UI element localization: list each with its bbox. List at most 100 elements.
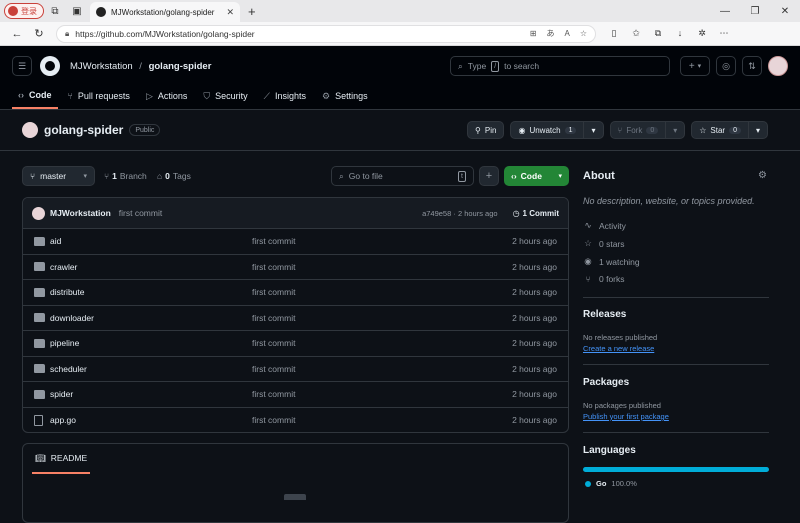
watchers-link[interactable]: ◉ 1 watching bbox=[583, 256, 639, 267]
tab-insights[interactable]: ⟋ Insights bbox=[258, 83, 312, 109]
star-button[interactable]: ☆ Star 0 ▾ bbox=[691, 121, 768, 139]
add-file-button[interactable]: + bbox=[479, 166, 499, 186]
commit-author-avatar[interactable] bbox=[32, 206, 45, 220]
activity-link[interactable]: ∿ Activity bbox=[583, 220, 625, 231]
table-row[interactable]: distribute first commit 2 hours ago bbox=[23, 280, 568, 306]
forks-link[interactable]: ⑂ 0 forks bbox=[583, 274, 624, 284]
language-item[interactable]: Go 100.0% bbox=[585, 479, 637, 488]
translate-icon[interactable]: あ bbox=[546, 28, 554, 39]
file-name[interactable]: crawler bbox=[50, 262, 252, 272]
file-name[interactable]: app.go bbox=[50, 415, 252, 425]
table-row[interactable]: aid first commit 2 hours ago bbox=[23, 229, 568, 255]
breadcrumb-owner[interactable]: MJWorkstation bbox=[70, 61, 133, 72]
collections-icon[interactable]: ⧉ bbox=[650, 28, 666, 39]
fork-button[interactable]: ⑂ Fork 0 ▾ bbox=[609, 121, 686, 139]
commit-meta[interactable]: a749e58 · 2 hours ago bbox=[422, 209, 497, 218]
file-commit-message[interactable]: first commit bbox=[252, 389, 452, 399]
breadcrumb-repo[interactable]: golang-spider bbox=[149, 61, 212, 72]
file-commit-message[interactable]: first commit bbox=[252, 287, 452, 297]
code-button[interactable]: ‹› Code ▾ bbox=[504, 166, 569, 186]
issues-icon[interactable]: ◎ bbox=[716, 56, 736, 76]
file-commit-message[interactable]: first commit bbox=[252, 236, 452, 246]
tab-code[interactable]: ‹› Code bbox=[12, 83, 58, 109]
create-new-button[interactable]: + ▾ bbox=[680, 56, 710, 76]
chevron-down-icon[interactable]: ▾ bbox=[756, 126, 760, 135]
stars-link[interactable]: ☆ 0 stars bbox=[583, 238, 624, 249]
minimize-icon[interactable]: — bbox=[710, 6, 740, 17]
url-input[interactable]: 🔒︎ https://github.com/MJWorkstation/gola… bbox=[56, 24, 596, 43]
lock-icon: 🔒︎ bbox=[65, 28, 70, 38]
downloads-icon[interactable]: ↓ bbox=[672, 28, 688, 39]
file-commit-message[interactable]: first commit bbox=[252, 415, 452, 425]
create-release-link[interactable]: Create a new release bbox=[583, 344, 654, 353]
file-name[interactable]: scheduler bbox=[50, 364, 252, 374]
releases-heading[interactable]: Releases bbox=[583, 309, 626, 320]
pull-requests-header-icon[interactable]: ⇅ bbox=[742, 56, 762, 76]
commit-author[interactable]: MJWorkstation bbox=[50, 208, 111, 218]
table-row[interactable]: scheduler first commit 2 hours ago bbox=[23, 357, 568, 382]
publish-package-link[interactable]: Publish your first package bbox=[583, 412, 669, 421]
commits-label: 1 Commit bbox=[522, 208, 559, 218]
repo-title[interactable]: golang-spider bbox=[44, 123, 123, 137]
refresh-icon[interactable]: ↻ bbox=[28, 23, 50, 45]
branch-select-button[interactable]: ⑂ master ▾ bbox=[22, 166, 95, 186]
favorite-star-icon[interactable]: ☆ bbox=[580, 29, 587, 38]
scroll-indicator[interactable] bbox=[284, 494, 306, 500]
eye-icon: ◉ bbox=[518, 125, 526, 135]
table-row[interactable]: app.go first commit 2 hours ago bbox=[23, 408, 568, 433]
file-commit-message[interactable]: first commit bbox=[252, 364, 452, 374]
tab-pull-requests[interactable]: ⑂ Pull requests bbox=[62, 83, 136, 109]
file-name[interactable]: aid bbox=[50, 236, 252, 246]
go-to-file-input[interactable]: ⌕ Go to file t bbox=[331, 166, 474, 186]
search-input[interactable]: ⌕ Type / to search bbox=[450, 56, 670, 76]
tab-label: Insights bbox=[274, 91, 306, 101]
repo-nav: ‹› Code ⑂ Pull requests ▷ Actions ⛉ Secu… bbox=[12, 83, 374, 109]
table-row[interactable]: downloader first commit 2 hours ago bbox=[23, 306, 568, 331]
chevron-down-icon[interactable]: ▾ bbox=[673, 126, 677, 135]
file-commit-message[interactable]: first commit bbox=[252, 338, 452, 348]
file-name[interactable]: spider bbox=[50, 389, 252, 399]
close-tab-icon[interactable]: ✕ bbox=[226, 7, 234, 18]
commits-link[interactable]: ◷ 1 Commit bbox=[513, 209, 559, 218]
tab-settings[interactable]: ⚙ Settings bbox=[316, 83, 374, 109]
tab-actions[interactable]: ▷ Actions bbox=[140, 83, 193, 109]
readme-tab[interactable]: 📖︎ README bbox=[32, 444, 91, 474]
user-avatar[interactable] bbox=[768, 56, 788, 76]
gear-icon[interactable]: ⚙ bbox=[758, 170, 767, 181]
back-icon[interactable]: ← bbox=[6, 23, 28, 45]
tab-security[interactable]: ⛉ Security bbox=[197, 83, 253, 109]
branches-link[interactable]: ⑂ 1 Branch bbox=[104, 166, 147, 186]
pin-button[interactable]: ⚲ Pin bbox=[467, 121, 505, 139]
apps-icon[interactable]: ⊞ bbox=[530, 29, 537, 38]
profile-button[interactable]: 登录 bbox=[4, 3, 44, 19]
table-row[interactable]: spider first commit 2 hours ago bbox=[23, 382, 568, 408]
close-window-icon[interactable]: ✕ bbox=[770, 6, 800, 17]
packages-heading[interactable]: Packages bbox=[583, 377, 629, 388]
read-aloud-icon[interactable]: A bbox=[564, 29, 569, 38]
split-screen-icon[interactable]: ▯ bbox=[606, 28, 622, 39]
extensions-icon[interactable]: ✲ bbox=[694, 28, 710, 39]
chevron-down-icon[interactable]: ▾ bbox=[591, 126, 595, 135]
tab-actions-icon[interactable]: ▣ bbox=[66, 0, 88, 22]
favorites-icon[interactable]: ✩ bbox=[628, 28, 644, 39]
github-logo-icon[interactable] bbox=[40, 56, 60, 76]
file-commit-message[interactable]: first commit bbox=[252, 313, 452, 323]
unwatch-button[interactable]: ◉ Unwatch 1 ▾ bbox=[510, 121, 604, 139]
file-commit-message[interactable]: first commit bbox=[252, 262, 452, 272]
file-name[interactable]: downloader bbox=[50, 313, 252, 323]
maximize-icon[interactable]: ❐ bbox=[740, 6, 770, 17]
file-name[interactable]: distribute bbox=[50, 287, 252, 297]
table-row[interactable]: crawler first commit 2 hours ago bbox=[23, 255, 568, 280]
file-name[interactable]: pipeline bbox=[50, 338, 252, 348]
menu-icon[interactable]: ☰ bbox=[12, 56, 32, 76]
browser-tab[interactable]: MJWorkstation/golang-spider ✕ bbox=[90, 2, 240, 22]
more-menu-icon[interactable]: ⋯ bbox=[716, 28, 732, 39]
workspaces-icon[interactable]: ⧉ bbox=[44, 0, 66, 22]
table-row[interactable]: pipeline first commit 2 hours ago bbox=[23, 331, 568, 357]
graph-icon: ⟋ bbox=[263, 90, 270, 101]
language-bar[interactable] bbox=[583, 467, 769, 472]
url-text: https://github.com/MJWorkstation/golang-… bbox=[75, 28, 255, 39]
commit-message[interactable]: first commit bbox=[119, 208, 162, 218]
new-tab-icon[interactable]: + bbox=[248, 4, 256, 19]
tags-link[interactable]: ⌂ 0 Tags bbox=[157, 166, 191, 186]
